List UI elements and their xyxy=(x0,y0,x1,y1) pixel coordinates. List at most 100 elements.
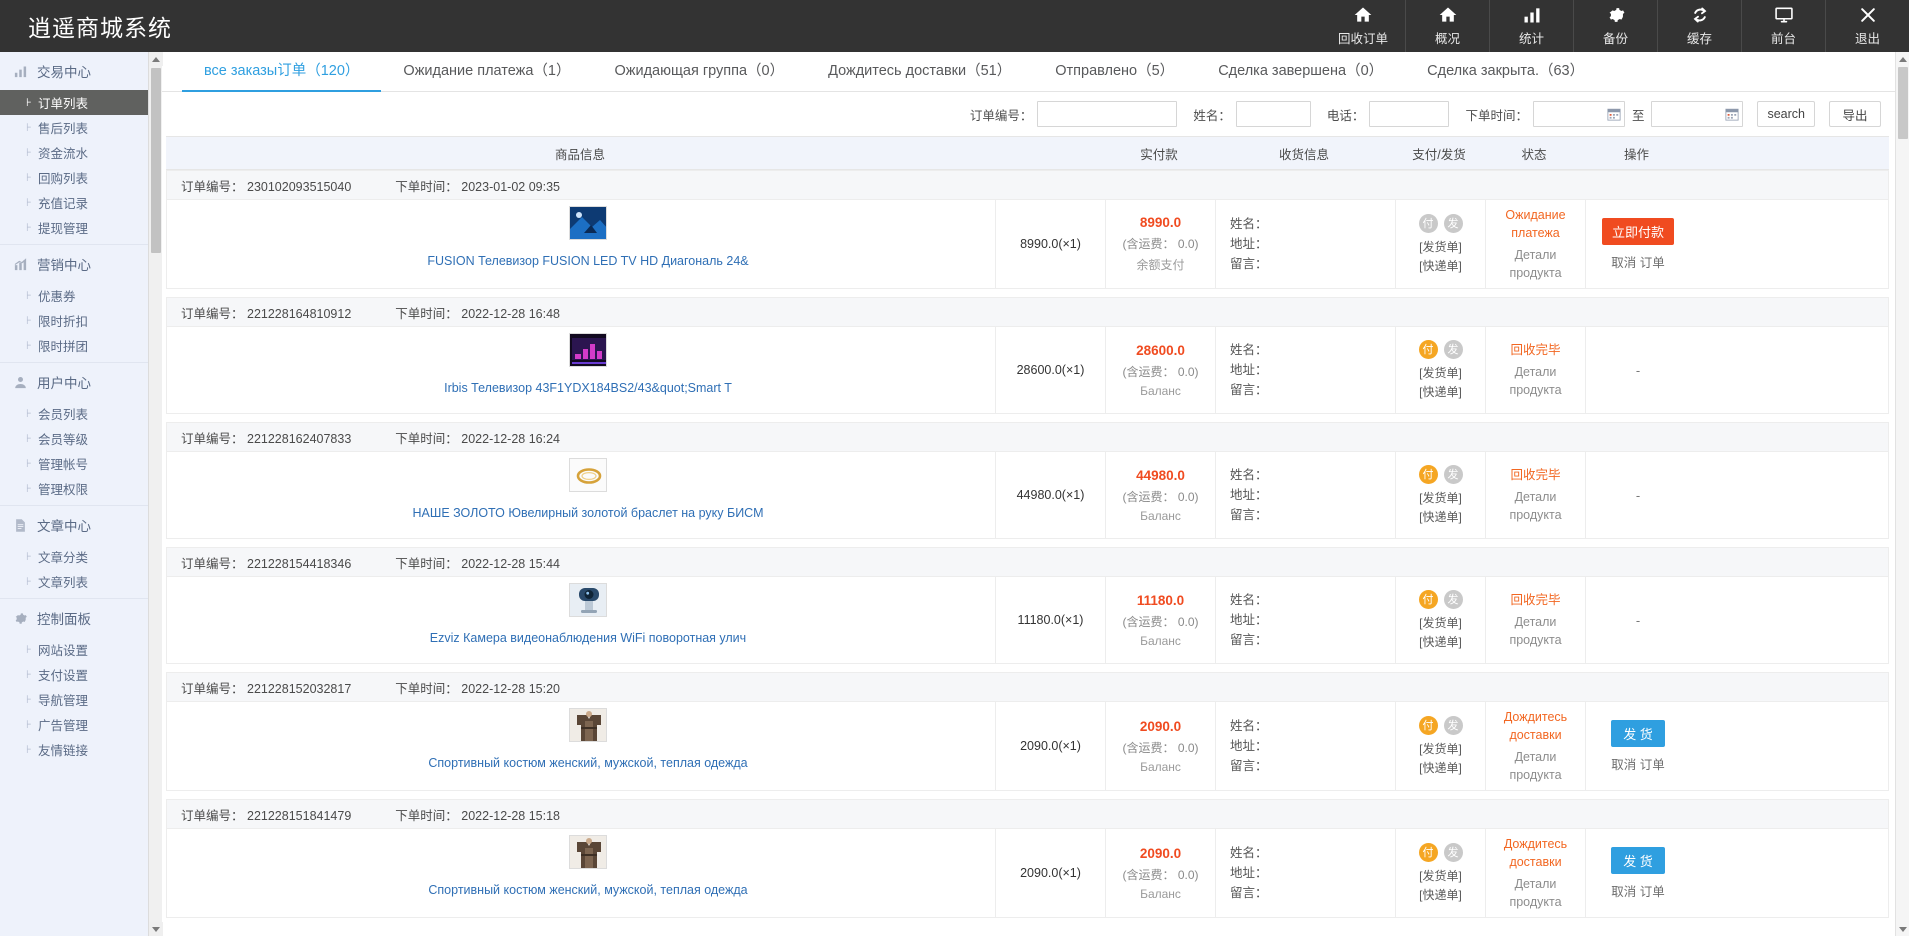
sidebar-item-1-5[interactable]: ⊦充值记录 xyxy=(0,190,162,215)
product-detail-link[interactable]: Деталипродукта xyxy=(1509,748,1561,784)
header-nav-item-4[interactable]: 备份 xyxy=(1573,0,1657,52)
product-detail-link[interactable]: Деталипродукта xyxy=(1509,488,1561,524)
product-detail-link[interactable]: Деталипродукта xyxy=(1509,246,1561,282)
product-name-link[interactable]: НАШЕ ЗОЛОТО Ювелирный золотой браслет на… xyxy=(413,506,764,520)
product-name-link[interactable]: FUSION Телевизор FUSION LED TV HD Диагон… xyxy=(427,254,748,268)
export-button[interactable]: 导出 xyxy=(1829,101,1881,127)
tab-6[interactable]: Сделка завершена（0） xyxy=(1196,59,1405,91)
main-scroll-up-arrow[interactable] xyxy=(1896,52,1909,66)
ship-button[interactable]: 发 货 xyxy=(1611,847,1665,874)
product-detail-link[interactable]: Деталипродукта xyxy=(1509,875,1561,911)
tab-4[interactable]: Дождитесь доставки（51） xyxy=(806,59,1033,91)
sidebar-item-4-2[interactable]: ⊦文章列表 xyxy=(0,569,162,594)
name-input[interactable] xyxy=(1236,101,1311,127)
sidebar-group-header[interactable]: 文章中心 xyxy=(0,506,162,544)
payment-type: Баланс xyxy=(1140,760,1181,774)
tab-1[interactable]: все заказы订单（120） xyxy=(182,59,381,91)
shipping-note-link[interactable]: [发货单] xyxy=(1419,365,1462,382)
shipping-note-link[interactable]: [发货单] xyxy=(1419,239,1462,256)
sidebar-scroll-up-arrow[interactable] xyxy=(149,52,163,66)
sidebar-item-5-5[interactable]: ⊦友情链接 xyxy=(0,737,162,762)
product-name-link[interactable]: Спортивный костюм женский, мужской, тепл… xyxy=(428,756,747,770)
product-thumbnail[interactable] xyxy=(569,583,607,617)
sidebar-item-3-1[interactable]: ⊦会员列表 xyxy=(0,401,162,426)
sidebar-group-header[interactable]: 用户中心 xyxy=(0,363,162,401)
sidebar-group-header[interactable]: 控制面板 xyxy=(0,599,162,637)
header-nav-item-7[interactable]: 退出 xyxy=(1825,0,1909,52)
sidebar-item-1-1[interactable]: ⊦订单列表 xyxy=(0,90,162,115)
pay-now-button[interactable]: 立即付款 xyxy=(1602,218,1674,245)
sidebar-item-2-2[interactable]: ⊦限时折扣 xyxy=(0,308,162,333)
express-note-link[interactable]: [快递单] xyxy=(1419,258,1462,275)
sidebar-item-2-1[interactable]: ⊦优惠券 xyxy=(0,283,162,308)
product-thumbnail[interactable] xyxy=(569,708,607,742)
order-time: 下单时间： 2023-01-02 09:35 xyxy=(395,176,560,195)
product-thumbnail[interactable] xyxy=(569,835,607,869)
freight-note: (含运费： 0.0) xyxy=(1122,363,1198,380)
header-nav-item-5[interactable]: 缓存 xyxy=(1657,0,1741,52)
order-no-input[interactable] xyxy=(1037,101,1177,127)
sidebar-scroll-down-arrow[interactable] xyxy=(149,922,163,936)
tab-2[interactable]: Ожидание платежа（1） xyxy=(381,59,592,91)
main-scrollbar[interactable] xyxy=(1895,52,1909,936)
product-name-link[interactable]: Irbis Телевизор 43F1YDX184BS2/43&quot;Sm… xyxy=(444,381,732,395)
sidebar-item-1-4[interactable]: ⊦回购列表 xyxy=(0,165,162,190)
product-thumbnail[interactable] xyxy=(569,458,607,492)
date-from-picker[interactable] xyxy=(1533,101,1625,127)
cancel-order-link[interactable]: 取消 订单 xyxy=(1611,881,1664,900)
shipping-note-link[interactable]: [发货单] xyxy=(1419,615,1462,632)
search-button[interactable]: search xyxy=(1757,101,1815,127)
sidebar-item-5-3[interactable]: ⊦导航管理 xyxy=(0,687,162,712)
sidebar-item-label: 会员列表 xyxy=(38,404,88,423)
product-name-link[interactable]: Ezviz Камера видеонаблюдения WiFi поворо… xyxy=(430,631,746,645)
shipping-note-link[interactable]: [发货单] xyxy=(1419,741,1462,758)
paid-badge: 付 xyxy=(1419,214,1438,233)
sidebar-item-5-2[interactable]: ⊦支付设置 xyxy=(0,662,162,687)
ship-button[interactable]: 发 货 xyxy=(1611,720,1665,747)
header-nav-item-6[interactable]: 前台 xyxy=(1741,0,1825,52)
tab-7[interactable]: Сделка закрыта.（63） xyxy=(1405,59,1606,91)
cancel-order-link[interactable]: 取消 订单 xyxy=(1611,754,1664,773)
sidebar-item-3-4[interactable]: ⊦管理权限 xyxy=(0,476,162,501)
date-to-picker[interactable] xyxy=(1651,101,1743,127)
sidebar-group-header[interactable]: 营销中心 xyxy=(0,245,162,283)
sidebar-scrollbar[interactable] xyxy=(148,52,162,936)
sidebar-scroll-thumb[interactable] xyxy=(151,68,161,253)
header-nav-item-1[interactable]: 回收订单 xyxy=(1321,0,1405,52)
sidebar-item-3-2[interactable]: ⊦会员等级 xyxy=(0,426,162,451)
sidebar-item-3-3[interactable]: ⊦管理帐号 xyxy=(0,451,162,476)
sidebar-item-1-6[interactable]: ⊦提现管理 xyxy=(0,215,162,240)
sidebar-group-header[interactable]: 交易中心 xyxy=(0,52,162,90)
pay-ship-cell: 付发[发货单][快递单] xyxy=(1395,577,1485,663)
product-detail-link[interactable]: Деталипродукта xyxy=(1509,363,1561,399)
main-scroll-down-arrow[interactable] xyxy=(1896,922,1909,936)
sidebar-item-1-2[interactable]: ⊦售后列表 xyxy=(0,115,162,140)
phone-input[interactable] xyxy=(1369,101,1449,127)
tab-3[interactable]: Ожидающая группа（0） xyxy=(593,59,807,91)
header-nav-item-2[interactable]: 概况 xyxy=(1405,0,1489,52)
paid-badge: 付 xyxy=(1419,590,1438,609)
product-thumbnail[interactable] xyxy=(569,333,607,367)
shipping-note-link[interactable]: [发货单] xyxy=(1419,490,1462,507)
sidebar-item-4-1[interactable]: ⊦文章分类 xyxy=(0,544,162,569)
sidebar-item-2-3[interactable]: ⊦限时拼团 xyxy=(0,333,162,358)
tab-5[interactable]: Отправлено（5） xyxy=(1033,59,1196,91)
express-note-link[interactable]: [快递单] xyxy=(1419,384,1462,401)
operation-cell: - xyxy=(1585,327,1690,413)
table-row: 订单编号： 221228164810912下单时间： 2022-12-28 16… xyxy=(166,297,1889,414)
main-scroll-thumb[interactable] xyxy=(1898,67,1908,139)
product-name-link[interactable]: Спортивный костюм женский, мужской, тепл… xyxy=(428,883,747,897)
express-note-link[interactable]: [快递单] xyxy=(1419,760,1462,777)
sidebar-item-label: 提现管理 xyxy=(38,218,88,237)
express-note-link[interactable]: [快递单] xyxy=(1419,634,1462,651)
sidebar-item-5-4[interactable]: ⊦广告管理 xyxy=(0,712,162,737)
sidebar-item-1-3[interactable]: ⊦资金流水 xyxy=(0,140,162,165)
shipping-note-link[interactable]: [发货单] xyxy=(1419,868,1462,885)
header-nav-item-3[interactable]: 统计 xyxy=(1489,0,1573,52)
express-note-link[interactable]: [快递单] xyxy=(1419,509,1462,526)
product-thumbnail[interactable] xyxy=(569,206,607,240)
sidebar-item-5-1[interactable]: ⊦网站设置 xyxy=(0,637,162,662)
express-note-link[interactable]: [快递单] xyxy=(1419,887,1462,904)
cancel-order-link[interactable]: 取消 订单 xyxy=(1611,252,1664,271)
product-detail-link[interactable]: Деталипродукта xyxy=(1509,613,1561,649)
